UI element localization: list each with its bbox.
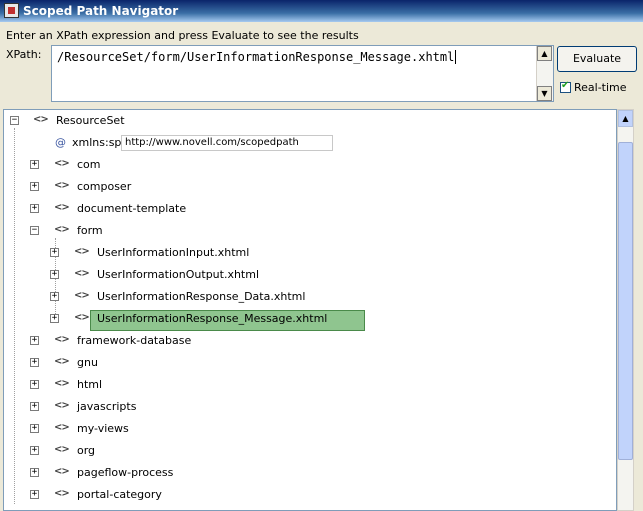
realtime-checkbox[interactable]: Real-time: [560, 80, 627, 94]
tree-node-label: ResourceSet: [56, 114, 125, 127]
expand-icon[interactable]: +: [30, 182, 39, 191]
tree-node[interactable]: + <> composer: [4, 177, 604, 197]
element-icon: <>: [54, 202, 70, 213]
tree-node-label: com: [77, 158, 101, 171]
element-icon: <>: [74, 246, 90, 257]
tree-node-label: html: [77, 378, 103, 391]
expand-icon[interactable]: +: [30, 424, 39, 433]
expand-icon[interactable]: +: [30, 358, 39, 367]
tree-node-label: org: [77, 444, 96, 457]
evaluate-button[interactable]: Evaluate: [557, 46, 637, 72]
element-icon: <>: [54, 488, 70, 499]
at-icon: @: [55, 136, 66, 149]
scroll-down-icon[interactable]: ▼: [537, 86, 552, 101]
realtime-label: Real-time: [574, 80, 627, 94]
element-icon: <>: [54, 224, 70, 235]
tree-node-label: my-views: [77, 422, 129, 435]
expand-icon[interactable]: +: [30, 336, 39, 345]
tree-node[interactable]: + <> html: [4, 375, 604, 395]
tree-node-attribute[interactable]: @ xmlns:sp http://www.novell.com/scopedp…: [4, 133, 604, 153]
element-icon: <>: [33, 114, 49, 125]
tree-node-form[interactable]: − <> form: [4, 221, 604, 241]
xpath-label: XPath:: [6, 48, 42, 61]
attribute-value[interactable]: http://www.novell.com/scopedpath: [121, 135, 333, 151]
tree-node-label: UserInformationResponse_Data.xhtml: [97, 290, 306, 303]
expand-icon[interactable]: +: [50, 314, 59, 323]
tree-node-label: framework-database: [77, 334, 192, 347]
tree-node[interactable]: + <> UserInformationOutput.xhtml: [4, 265, 604, 285]
tree-node[interactable]: + <> org: [4, 441, 604, 461]
tree-node-label: gnu: [77, 356, 98, 369]
tree-node-label: form: [77, 224, 103, 237]
expand-icon[interactable]: +: [50, 292, 59, 301]
element-icon: <>: [54, 400, 70, 411]
expand-icon[interactable]: +: [30, 468, 39, 477]
tree-node-label: UserInformationResponse_Message.xhtml: [97, 312, 328, 325]
element-icon: <>: [74, 268, 90, 279]
element-icon: <>: [54, 466, 70, 477]
tree-node-label: document-template: [77, 202, 187, 215]
expand-icon[interactable]: +: [50, 270, 59, 279]
app-icon: [4, 3, 19, 18]
tree-node-selected[interactable]: + <> UserInformationResponse_Message.xht…: [4, 309, 604, 329]
element-icon: <>: [54, 158, 70, 169]
element-icon: <>: [54, 180, 70, 191]
xpath-value: /ResourceSet/form/UserInformationRespons…: [57, 50, 457, 64]
expand-icon[interactable]: +: [30, 490, 39, 499]
element-icon: <>: [74, 312, 90, 323]
expand-icon[interactable]: +: [30, 160, 39, 169]
element-icon: <>: [54, 422, 70, 433]
tree-node[interactable]: + <> document-template: [4, 199, 604, 219]
tree-node[interactable]: + <> UserInformationInput.xhtml: [4, 243, 604, 263]
element-icon: <>: [74, 290, 90, 301]
collapse-icon[interactable]: −: [30, 226, 39, 235]
tree-node-label: UserInformationOutput.xhtml: [97, 268, 260, 281]
tree-node[interactable]: + <> com: [4, 155, 604, 175]
expand-icon[interactable]: +: [30, 402, 39, 411]
element-icon: <>: [54, 444, 70, 455]
scroll-thumb[interactable]: [618, 142, 633, 460]
tree-node-label: portal-category: [77, 488, 162, 501]
element-icon: <>: [54, 378, 70, 389]
window-title: Scoped Path Navigator: [23, 4, 179, 18]
element-icon: <>: [54, 356, 70, 367]
xpath-input[interactable]: /ResourceSet/form/UserInformationRespons…: [51, 45, 554, 102]
collapse-icon[interactable]: −: [10, 116, 19, 125]
tree-node-label: UserInformationInput.xhtml: [97, 246, 250, 259]
tree-node-label: javascripts: [77, 400, 137, 413]
expand-icon[interactable]: +: [30, 446, 39, 455]
xpath-tree[interactable]: − <> ResourceSet @ xmlns:sp http://www.n…: [3, 109, 617, 511]
tree-node-label: composer: [77, 180, 132, 193]
attribute-name: xmlns:sp: [72, 136, 122, 149]
tree-node[interactable]: + <> framework-database: [4, 331, 604, 351]
element-icon: <>: [54, 334, 70, 345]
tree-scrollbar[interactable]: ▲: [617, 109, 634, 511]
check-icon: [560, 80, 571, 93]
tree-node[interactable]: + <> portal-category: [4, 485, 604, 505]
tree-node-root[interactable]: − <> ResourceSet: [4, 111, 604, 131]
scroll-up-icon[interactable]: ▲: [618, 110, 633, 127]
instructions-text: Enter an XPath expression and press Eval…: [6, 29, 359, 42]
tree-node-label: pageflow-process: [77, 466, 174, 479]
expand-icon[interactable]: +: [50, 248, 59, 257]
tree-node[interactable]: + <> UserInformationResponse_Data.xhtml: [4, 287, 604, 307]
xpath-scrollbar[interactable]: ▲ ▼: [536, 46, 553, 101]
tree-node[interactable]: + <> pageflow-process: [4, 463, 604, 483]
tree-node[interactable]: + <> javascripts: [4, 397, 604, 417]
tree-node[interactable]: + <> my-views: [4, 419, 604, 439]
scroll-up-icon[interactable]: ▲: [537, 46, 552, 61]
title-bar: Scoped Path Navigator: [0, 0, 643, 22]
expand-icon[interactable]: +: [30, 380, 39, 389]
expand-icon[interactable]: +: [30, 204, 39, 213]
tree-node[interactable]: + <> gnu: [4, 353, 604, 373]
